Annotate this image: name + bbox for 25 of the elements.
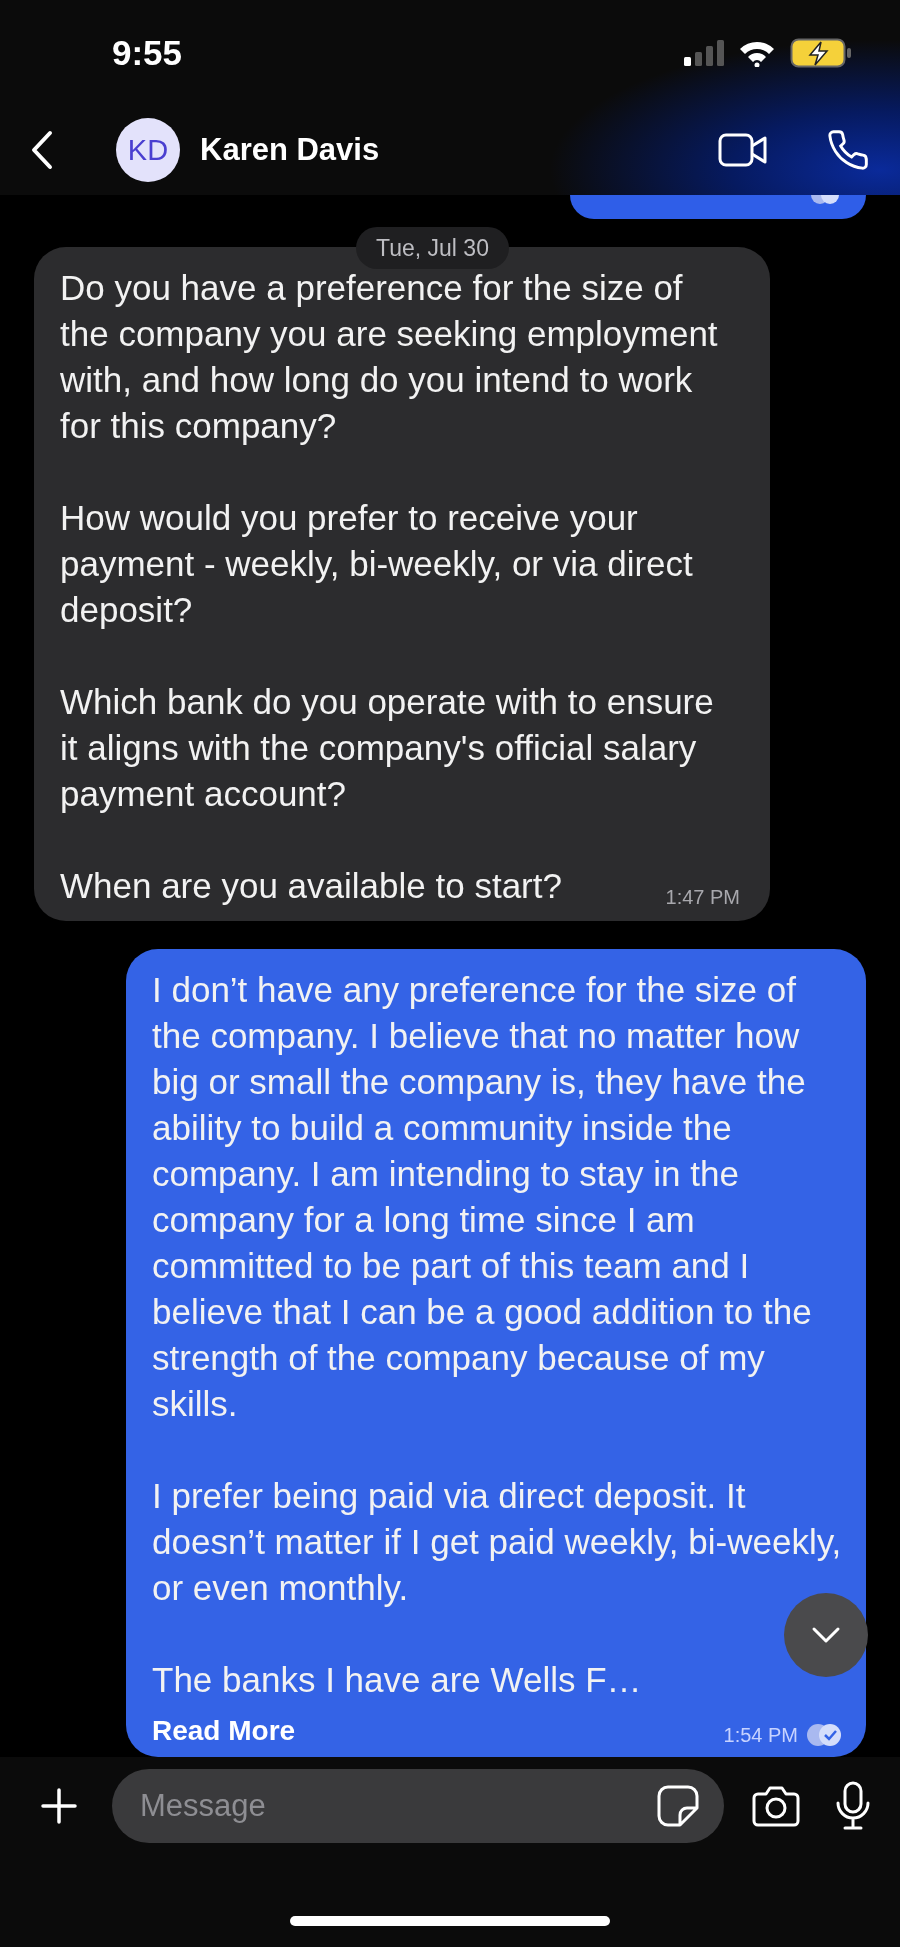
message-text: The banks I have are Wells F…	[152, 1659, 643, 1701]
message-time: 1:47 PM	[665, 886, 740, 909]
date-divider: Tue, Jul 30	[356, 227, 509, 269]
message-text: Which bank do you operate with to ensure it aligns with the company's official salary payment account?	[60, 681, 715, 815]
message-time: 1:54 PM	[723, 1723, 798, 1747]
message-field[interactable]: Message	[112, 1768, 724, 1843]
back-chevron-icon	[30, 130, 54, 170]
chevron-down-icon	[811, 1626, 841, 1644]
microphone-button[interactable]	[834, 1780, 872, 1831]
message-text: How would you prefer to receive your payment - weekly, bi-weekly, or via direct deposit?	[60, 497, 694, 631]
battery-charging-icon	[790, 37, 852, 68]
signal-icon	[684, 39, 724, 66]
phone-call-button[interactable]	[826, 128, 870, 172]
video-call-button[interactable]	[718, 132, 768, 168]
add-button[interactable]	[40, 1786, 78, 1825]
status-time: 9:55	[112, 32, 183, 73]
message-text: I prefer being paid via direct deposit. It doesn’t matter if I get paid weekly, bi-weekly, or even monthly.	[152, 1475, 842, 1609]
contact-avatar[interactable]: KD	[116, 118, 180, 182]
message-text: Do you have a preference for the size of the company you are seeking employment with, and how long do you intend to work for this company?	[60, 267, 719, 447]
sticker-icon[interactable]	[656, 1783, 700, 1828]
message-text: I don’t have any preference for the size of the company. I believe that no matter how big or small the company is, they have the ability to build a community inside the company. I am intending to stay in the company for a long time since I am committed to be part of this team and I believe that I can be a good addition to the strength of the company because of my skills.	[152, 969, 813, 1425]
read-more-link[interactable]: Read More	[152, 1715, 296, 1747]
message-text: When are you available to start?	[60, 865, 562, 907]
contact-name[interactable]: Karen Davis	[200, 132, 718, 168]
camera-button[interactable]	[752, 1784, 800, 1827]
